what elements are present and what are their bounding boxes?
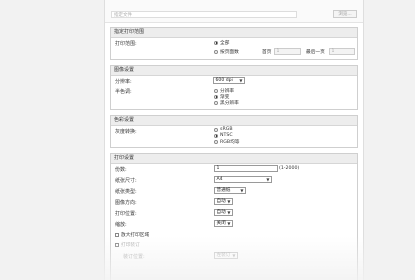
- last-page-input[interactable]: 1: [329, 48, 355, 55]
- orientation-value: 自动: [216, 199, 226, 204]
- binding-position-select[interactable]: 左装订 ▼: [214, 252, 238, 259]
- section-title: 指定打印范围: [111, 28, 357, 38]
- section-title: 色彩设置: [111, 116, 357, 126]
- image-settings-section: 图像设置 分辨率: 600 dpi ▼ 半色调: 分辨率 渐变 黑分辨率: [110, 65, 358, 110]
- resolution-value: 600 dpi: [215, 78, 233, 83]
- paper-size-label: 纸张尺寸:: [115, 178, 137, 184]
- color-option-label: RGB均等: [220, 140, 240, 145]
- color-option-label: NTSC: [220, 133, 233, 138]
- paper-size-select[interactable]: A4 ▼: [214, 176, 272, 183]
- print-position-value: 自动: [216, 210, 226, 215]
- halftone-option-label: 黑分辨率: [220, 101, 239, 106]
- binding-position-label: 装订位置:: [123, 254, 145, 260]
- first-page-label: 首页: [262, 50, 272, 55]
- chevron-down-icon: ▼: [240, 188, 244, 193]
- print-settings-page: 指定文件 浏览... 指定打印范围 打印范围: 全部 按页面数 首页 1 最后一…: [104, 0, 364, 280]
- resolution-select[interactable]: 600 dpi ▼: [213, 77, 245, 84]
- chevron-down-icon: ▼: [232, 253, 236, 258]
- resolution-label: 分辨率:: [115, 79, 132, 85]
- file-bar: 指定文件 浏览...: [105, 0, 363, 23]
- radio-all[interactable]: [214, 40, 218, 45]
- binding-checkbox[interactable]: [115, 242, 119, 247]
- print-position-label: 打印位置:: [115, 211, 137, 217]
- zoom-value: 关闭: [216, 221, 226, 226]
- radio-srgb[interactable]: [214, 127, 218, 132]
- file-path-input[interactable]: 指定文件: [111, 11, 297, 18]
- enlarge-area-checkbox[interactable]: [115, 232, 119, 237]
- chevron-down-icon: ▼: [227, 221, 231, 226]
- browse-button[interactable]: 浏览...: [333, 10, 357, 18]
- first-page-input[interactable]: 1: [274, 48, 301, 55]
- paper-size-value: A4: [216, 177, 223, 182]
- zoom-select[interactable]: 关闭 ▼: [214, 220, 233, 227]
- color-option-label: sRGB: [220, 127, 233, 132]
- print-range-label: 打印范围:: [115, 41, 137, 47]
- copies-range: (1-2000): [279, 166, 300, 171]
- radio-ntsc[interactable]: [214, 133, 218, 138]
- grayscale-label: 灰度转换:: [115, 129, 137, 135]
- halftone-label: 半色调:: [115, 89, 132, 95]
- orientation-label: 图像方向:: [115, 200, 137, 206]
- enlarge-area-label: 放大打印区域: [121, 233, 150, 238]
- print-position-select[interactable]: 自动 ▼: [214, 209, 233, 216]
- paper-type-label: 纸张类型:: [115, 189, 137, 195]
- copies-input[interactable]: 1: [214, 165, 278, 172]
- binding-label: 打印装订: [121, 243, 140, 248]
- radio-pages[interactable]: [214, 49, 218, 54]
- chevron-down-icon: ▼: [239, 78, 243, 83]
- radio-all-label: 全部: [220, 41, 230, 46]
- zoom-label: 缩放:: [115, 222, 127, 228]
- section-title: 图像设置: [111, 66, 357, 76]
- binding-position-value: 左装订: [216, 253, 231, 258]
- print-range-section: 指定打印范围 打印范围: 全部 按页面数 首页 1 最后一页 1: [110, 27, 358, 60]
- paper-type-select[interactable]: 普通纸 ▼: [214, 187, 246, 194]
- color-settings-section: 色彩设置 灰度转换: sRGB NTSC RGB均等: [110, 115, 358, 148]
- section-title: 打印设置: [111, 154, 357, 164]
- radio-pages-label: 按页面数: [220, 50, 239, 55]
- paper-type-value: 普通纸: [216, 188, 231, 193]
- radio-halftone-resolution[interactable]: [214, 88, 218, 93]
- copies-label: 份数:: [115, 167, 127, 173]
- chevron-down-icon: ▼: [227, 210, 231, 215]
- radio-halftone-gradation[interactable]: [214, 94, 218, 99]
- print-settings-section: 打印设置 份数: 1 (1-2000) 纸张尺寸: A4 ▼ 纸张类型: 普通纸 ▼…: [110, 153, 358, 280]
- last-page-label: 最后一页: [306, 50, 325, 55]
- chevron-down-icon: ▼: [266, 177, 270, 182]
- radio-halftone-high-resolution[interactable]: [214, 100, 218, 105]
- orientation-select[interactable]: 自动 ▼: [214, 198, 233, 205]
- chevron-down-icon: ▼: [227, 199, 231, 204]
- radio-rgb-uniform[interactable]: [214, 139, 218, 144]
